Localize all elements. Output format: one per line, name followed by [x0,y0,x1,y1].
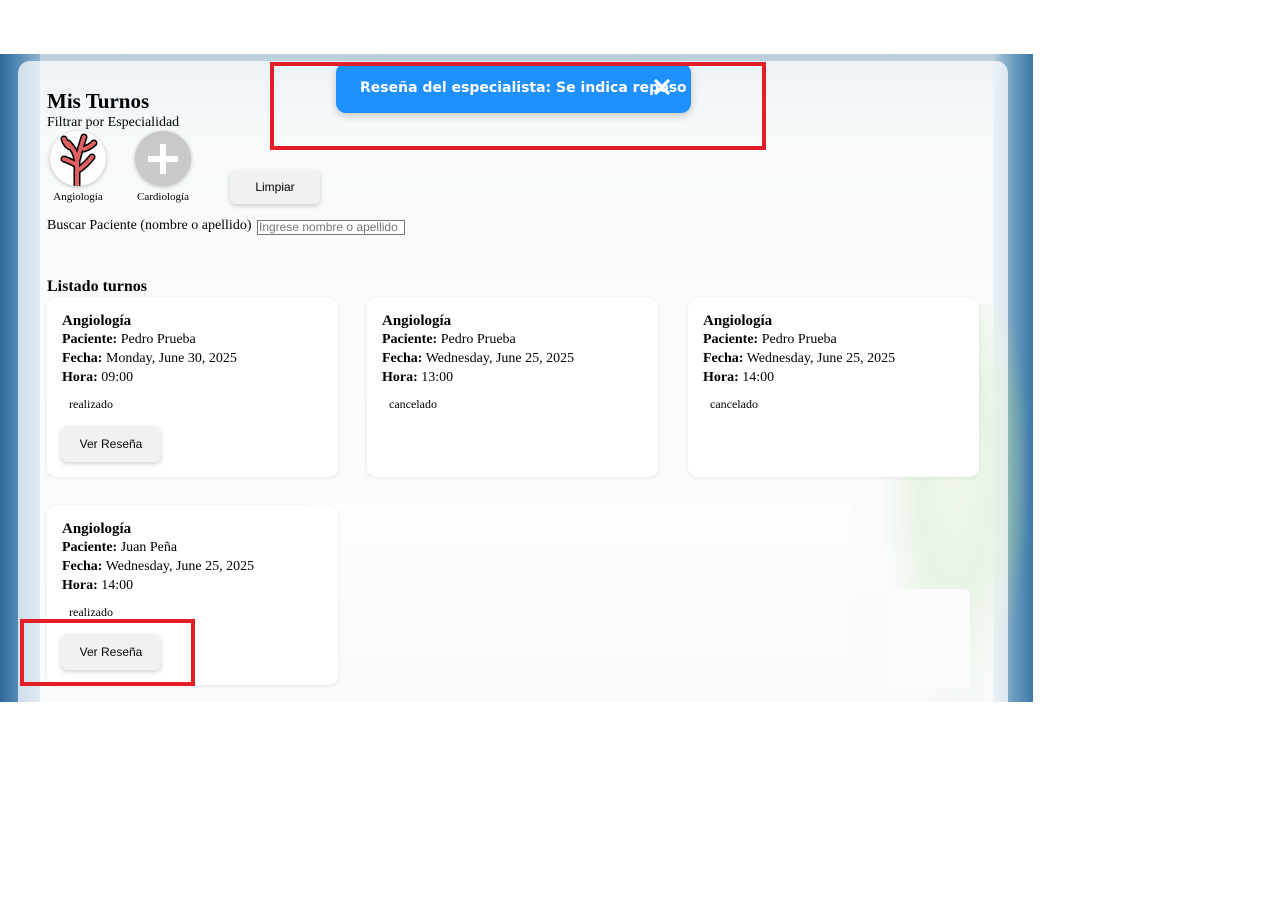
card-patient: Paciente: Pedro Prueba [382,332,516,347]
card-date: Fecha: Wednesday, June 25, 2025 [62,559,255,574]
page-title: Mis Turnos [47,89,150,113]
card-specialty: Angiología [382,313,452,329]
specialty-button-angiologia[interactable]: Angiología [43,131,113,203]
specialty-name: Angiología [53,191,103,203]
highlight-box-review-button [20,619,195,686]
blood-vessel-icon [50,131,106,186]
search-label: Buscar Paciente (nombre o apellido) [47,218,252,233]
specialty-button-cardiologia[interactable]: Cardiología [128,131,198,203]
card-date: Fecha: Monday, June 30, 2025 [62,351,237,366]
card-time: Hora: 09:00 [62,370,134,385]
card-patient: Paciente: Pedro Prueba [62,332,196,347]
appointment-card: Angiología Paciente: Pedro Prueba Fecha:… [47,298,338,477]
card-date: Fecha: Wednesday, June 25, 2025 [703,351,896,366]
card-status: cancelado [710,397,758,411]
card-specialty: Angiología [703,313,773,329]
clear-filter-button[interactable]: Limpiar [230,170,320,204]
card-specialty: Angiología [62,521,132,537]
card-time: Hora: 14:00 [703,370,775,385]
search-input[interactable] [257,220,405,235]
view-review-button[interactable]: Ver Reseña [61,426,161,462]
card-status: cancelado [389,397,437,411]
card-patient: Paciente: Pedro Prueba [703,332,837,347]
appointment-card: Angiología Paciente: Pedro Prueba Fecha:… [367,298,658,477]
appointment-card: Angiología Paciente: Pedro Prueba Fecha:… [688,298,979,477]
card-specialty: Angiología [62,313,132,329]
specialty-name: Cardiología [137,191,189,203]
card-time: Hora: 13:00 [382,370,454,385]
plus-icon [135,131,191,186]
card-status: realizado [69,605,113,619]
filter-label: Filtrar por Especialidad [47,115,180,130]
list-title: Listado turnos [47,278,148,295]
card-patient: Paciente: Juan Peña [62,540,178,555]
highlight-box-toast [270,62,766,150]
card-status: realizado [69,397,113,411]
card-date: Fecha: Wednesday, June 25, 2025 [382,351,575,366]
card-time: Hora: 14:00 [62,578,134,593]
